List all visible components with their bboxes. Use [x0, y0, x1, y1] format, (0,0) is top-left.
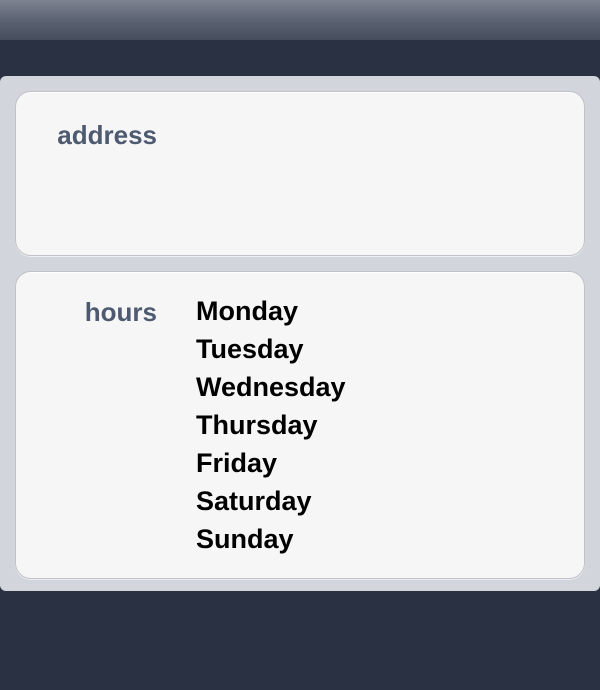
day-tuesday: Tuesday — [196, 334, 304, 364]
hours-day-list: Monday Tuesday Wednesday Thursday Friday… — [196, 292, 346, 558]
day-monday: Monday — [196, 296, 299, 326]
address-label: address — [57, 120, 157, 150]
top-toolbar — [0, 0, 600, 40]
day-thursday: Thursday — [196, 410, 318, 440]
address-card[interactable]: address — [15, 91, 585, 256]
day-sunday: Sunday — [196, 524, 294, 554]
day-friday: Friday — [196, 448, 278, 478]
day-saturday: Saturday — [196, 486, 312, 516]
hours-label: hours — [84, 297, 157, 327]
day-wednesday: Wednesday — [196, 372, 346, 402]
details-panel: address hours Monday Tuesday Wednesday T… — [0, 76, 600, 591]
hours-card[interactable]: hours Monday Tuesday Wednesday Thursday … — [15, 271, 585, 579]
